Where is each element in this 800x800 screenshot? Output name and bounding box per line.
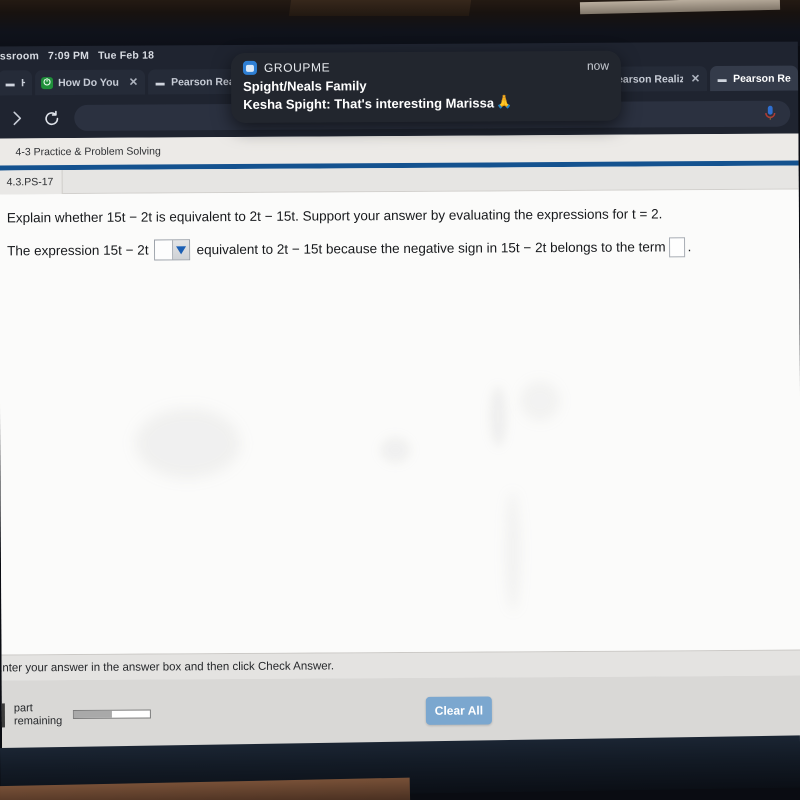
groupme-icon	[242, 60, 258, 75]
part-label: part remaining	[14, 702, 62, 728]
menubar-clock[interactable]: 7:09 PM	[48, 50, 89, 62]
microphone-icon[interactable]	[764, 105, 776, 126]
answer-statement-row: The expression 15t − 2t equivalent to 2t…	[7, 236, 791, 262]
notification-header: GROUPME now	[242, 58, 610, 75]
progress-bar	[73, 709, 152, 720]
triangle-down-icon[interactable]	[172, 240, 190, 260]
green-power-icon: ⏻	[41, 76, 54, 89]
term-answer-input[interactable]	[668, 236, 685, 257]
tab-label: How Do You Sol	[58, 76, 121, 89]
notification-toast[interactable]: GROUPME now Spight/Neals Family Kesha Sp…	[230, 50, 622, 124]
part-label-line2: remaining	[13, 714, 63, 727]
breadcrumb[interactable]: 4-3 Practice & Problem Solving	[15, 145, 160, 158]
chevron-right-icon[interactable]	[6, 107, 28, 129]
photo-background-top	[0, 0, 800, 46]
tab-label: Pearson Rea	[733, 72, 792, 85]
exercise-id: 4.3.PS-17	[0, 169, 63, 194]
photo-object-left	[288, 0, 472, 16]
tab-label: earson Realize	[617, 72, 683, 86]
part-count	[0, 702, 5, 727]
notification-body-row: Kesha Spight: That's interesting Marissa…	[243, 94, 609, 112]
menubar-item-app[interactable]: ssroom	[0, 50, 39, 62]
answer-suffix-text: .	[687, 239, 692, 255]
notification-time: now	[586, 58, 610, 73]
photo-smudge	[505, 491, 521, 612]
clear-all-button[interactable]: Clear All	[425, 696, 492, 725]
dropdown-value	[155, 240, 173, 260]
photo-smudge	[380, 436, 411, 464]
dash-icon: ▬	[155, 76, 165, 87]
help-text: Enter your answer in the answer box and …	[1, 659, 335, 674]
browser-tab-3[interactable]: earson Realize ✕	[610, 66, 708, 92]
notification-body: Kesha Spight: That's interesting Marissa	[243, 94, 495, 112]
browser-tab-4-active[interactable]: ▬ Pearson Rea	[709, 65, 799, 92]
close-icon[interactable]: ✕	[129, 76, 138, 89]
menubar-date[interactable]: Tue Feb 18	[98, 49, 154, 61]
question-content: Explain whether 15t − 2t is equivalent t…	[0, 189, 800, 753]
is-equivalent-dropdown[interactable]	[154, 239, 191, 261]
tab-label: Pearson Realize	[171, 75, 232, 88]
photo-object-right	[579, 0, 781, 15]
answer-prefix-text: The expression 15t − 2t	[7, 242, 149, 259]
dash-icon: ▬	[5, 77, 15, 88]
photo-smudge	[135, 407, 241, 479]
tab-label: Ho	[21, 76, 26, 89]
notification-title: Spight/Neals Family	[243, 78, 367, 94]
part-label-line1: part	[13, 701, 33, 714]
progress-bar-fill	[74, 710, 113, 718]
browser-tab-1[interactable]: ⏻ How Do You Sol ✕	[34, 69, 146, 96]
reload-icon[interactable]	[40, 107, 62, 129]
photo-smudge	[519, 381, 561, 422]
question-text: Explain whether 15t − 2t is equivalent t…	[6, 206, 663, 226]
answer-middle-text: equivalent to 2t − 15t because the negat…	[196, 239, 666, 258]
web-page: 4-3 Practice & Problem Solving 4.3.PS-17…	[0, 133, 800, 754]
photo-smudge	[489, 386, 507, 447]
pray-emoji-icon: 🙏	[496, 94, 513, 110]
photo-of-laptop-screen: ssroom 7:09 PM Tue Feb 18 ▬ Ho ⏻ How Do …	[0, 0, 800, 800]
close-icon[interactable]: ✕	[691, 72, 700, 85]
dash-icon: ▬	[717, 73, 727, 84]
notification-app-name: GROUPME	[263, 60, 331, 75]
parts-remaining-indicator: part remaining	[0, 701, 152, 728]
browser-tab-0[interactable]: ▬ Ho	[0, 70, 33, 96]
